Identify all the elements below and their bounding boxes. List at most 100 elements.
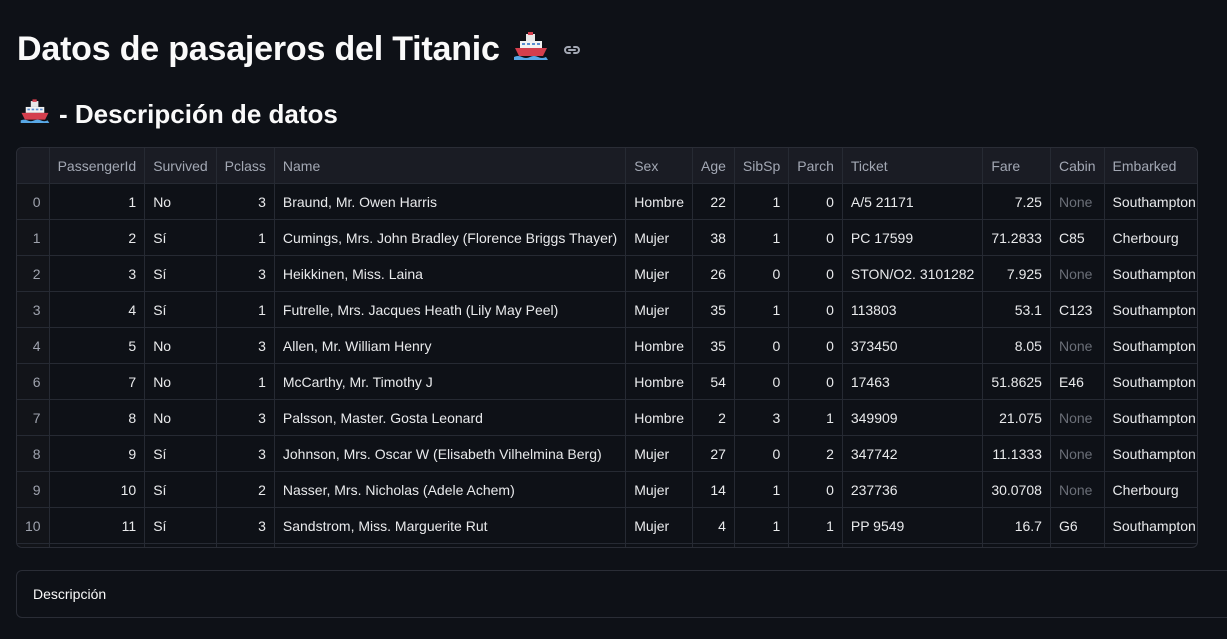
row-index[interactable]: 10 <box>17 507 50 544</box>
table-cell[interactable]: G6 <box>1050 507 1105 544</box>
row-index[interactable]: 6 <box>17 363 50 400</box>
row-index[interactable]: 4 <box>17 327 50 364</box>
table-cell[interactable]: Sí <box>144 507 217 544</box>
table-cell[interactable]: 35 <box>692 327 735 364</box>
column-header[interactable]: Parch <box>788 148 843 184</box>
table-cell[interactable]: 349909 <box>842 399 984 436</box>
table-cell[interactable]: 0 <box>788 255 843 292</box>
table-cell[interactable]: Nasser, Mrs. Nicholas (Adele Achem) <box>274 471 627 508</box>
table-cell[interactable]: 0 <box>788 291 843 328</box>
table-cell[interactable]: 17463 <box>842 363 984 400</box>
table-cell[interactable]: Johnson, Mrs. Oscar W (Elisabeth Vilhelm… <box>274 435 627 472</box>
table-cell[interactable]: 7.925 <box>982 255 1051 292</box>
description-expander[interactable]: Descripción <box>16 570 1227 618</box>
table-cell[interactable]: 347742 <box>842 435 984 472</box>
row-index[interactable]: 9 <box>17 471 50 508</box>
table-cell[interactable]: 0 <box>734 255 790 292</box>
table-cell[interactable]: E46 <box>1050 363 1105 400</box>
table-row[interactable]: 8 9 Sí 3 Johnson, Mrs. Oscar W (Elisabeth Vi… <box>17 435 1197 472</box>
table-cell[interactable]: 4 <box>692 507 735 544</box>
table-cell[interactable]: Futrelle, Mrs. Jacques Heath (Lily May P… <box>274 291 627 328</box>
table-cell[interactable]: 3 <box>216 183 275 220</box>
row-index[interactable]: 8 <box>17 435 50 472</box>
row-index[interactable]: 7 <box>17 399 50 436</box>
table-cell[interactable]: No <box>144 399 217 436</box>
table-cell[interactable]: PP 9549 <box>842 507 984 544</box>
table-cell[interactable]: Southampton <box>1104 255 1197 292</box>
table-cell[interactable]: 7 <box>49 363 146 400</box>
table-row[interactable]: 7 8 No 3 Palsson, Master. Gosta Leonard Hombr… <box>17 399 1197 436</box>
table-cell[interactable]: 3 <box>49 255 146 292</box>
table-cell[interactable]: 2 <box>216 471 275 508</box>
table-row[interactable]: 1 2 Sí 1 Cumings, Mrs. John Bradley (Florenc… <box>17 219 1197 256</box>
table-cell[interactable]: Mujer <box>625 507 693 544</box>
row-index[interactable]: 2 <box>17 255 50 292</box>
table-row[interactable]: 4 5 No 3 Allen, Mr. William Henry Hombre 35 0 0 3… <box>17 327 1197 364</box>
column-header[interactable]: Cabin <box>1050 148 1105 184</box>
table-row[interactable]: 3 4 Sí 1 Futrelle, Mrs. Jacques Heath (Lily … <box>17 291 1197 328</box>
table-cell[interactable]: Sí <box>144 471 217 508</box>
table-cell[interactable]: 1 <box>734 471 790 508</box>
table-cell[interactable]: 8.05 <box>982 327 1051 364</box>
table-cell[interactable]: 3 <box>216 399 275 436</box>
table-cell[interactable]: 2 <box>49 219 146 256</box>
table-row[interactable]: 10 11 Sí 3 Sandstrom, Miss. Marguerite Rut Mu… <box>17 507 1197 544</box>
table-cell[interactable]: Cherbourg <box>1104 471 1197 508</box>
row-index[interactable]: 3 <box>17 291 50 328</box>
table-cell[interactable]: 21.075 <box>982 399 1051 436</box>
table-cell[interactable]: A/5 21171 <box>842 183 984 220</box>
column-header[interactable]: Fare <box>982 148 1051 184</box>
table-cell[interactable]: 0 <box>788 183 843 220</box>
table-cell[interactable]: 51.8625 <box>982 363 1051 400</box>
table-cell[interactable]: Palsson, Master. Gosta Leonard <box>274 399 627 436</box>
table-cell[interactable]: Hombre <box>625 183 693 220</box>
table-cell[interactable]: None <box>1050 435 1105 472</box>
table-cell[interactable]: 373450 <box>842 327 984 364</box>
table-cell[interactable]: 53.1 <box>982 291 1051 328</box>
column-header[interactable]: Sex <box>625 148 693 184</box>
table-cell[interactable]: No <box>144 363 217 400</box>
table-cell[interactable]: 9 <box>49 435 146 472</box>
table-cell[interactable]: 0 <box>788 219 843 256</box>
table-cell[interactable]: Allen, Mr. William Henry <box>274 327 627 364</box>
table-cell[interactable]: 71.2833 <box>982 219 1051 256</box>
column-header[interactable]: Name <box>274 148 627 184</box>
table-cell[interactable]: None <box>1050 399 1105 436</box>
column-header[interactable]: Survived <box>144 148 217 184</box>
table-cell[interactable]: None <box>1050 255 1105 292</box>
table-cell[interactable]: 3 <box>216 507 275 544</box>
table-cell[interactable]: 5 <box>49 327 146 364</box>
table-cell[interactable]: STON/O2. 3101282 <box>842 255 984 292</box>
table-cell[interactable]: 2 <box>788 435 843 472</box>
table-cell[interactable]: 10 <box>49 471 146 508</box>
table-cell[interactable]: C85 <box>1050 219 1105 256</box>
table-cell[interactable]: 11.1333 <box>982 435 1051 472</box>
table-cell[interactable]: 11 <box>49 507 146 544</box>
table-cell[interactable]: No <box>144 183 217 220</box>
table-cell[interactable]: Southampton <box>1104 327 1197 364</box>
row-index[interactable]: 0 <box>17 183 50 220</box>
table-cell[interactable]: Mujer <box>625 219 693 256</box>
column-header[interactable]: Embarked <box>1104 148 1197 184</box>
table-cell[interactable]: 4 <box>49 291 146 328</box>
table-cell[interactable]: 3 <box>216 435 275 472</box>
table-cell[interactable]: 1 <box>216 291 275 328</box>
table-cell[interactable]: 1 <box>734 291 790 328</box>
table-cell[interactable]: 35 <box>692 291 735 328</box>
table-cell[interactable]: Southampton <box>1104 363 1197 400</box>
table-cell[interactable]: None <box>1050 183 1105 220</box>
table-row[interactable]: 0 1 No 3 Braund, Mr. Owen Harris Hombre 22 1 0 A/… <box>17 183 1197 220</box>
table-cell[interactable]: 27 <box>692 435 735 472</box>
table-cell[interactable]: 3 <box>216 327 275 364</box>
table-cell[interactable]: 1 <box>216 219 275 256</box>
table-cell[interactable]: None <box>1050 471 1105 508</box>
table-cell[interactable]: 8 <box>49 399 146 436</box>
table-cell[interactable]: Hombre <box>625 327 693 364</box>
table-cell[interactable]: Mujer <box>625 435 693 472</box>
column-header[interactable]: SibSp <box>734 148 790 184</box>
table-cell[interactable]: Sí <box>144 435 217 472</box>
table-cell[interactable]: 38 <box>692 219 735 256</box>
table-cell[interactable]: 22 <box>692 183 735 220</box>
table-cell[interactable]: 1 <box>49 183 146 220</box>
table-cell[interactable]: 30.0708 <box>982 471 1051 508</box>
